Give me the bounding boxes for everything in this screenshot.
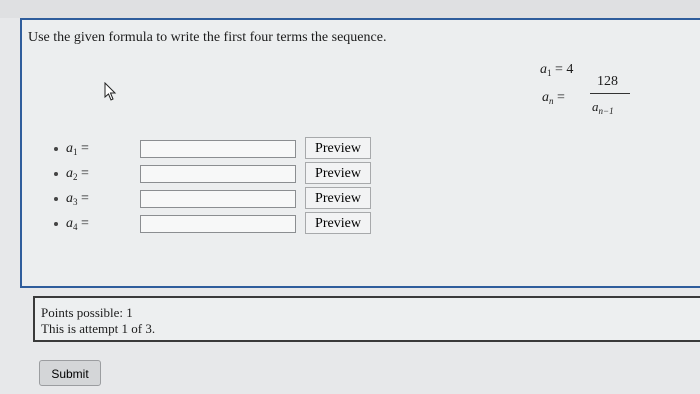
answer-input-a2[interactable] (140, 165, 296, 183)
term-label: a2 = (66, 166, 126, 182)
fraction-bar (590, 93, 630, 94)
formula-equals: = (557, 90, 565, 105)
term-var: a (66, 141, 73, 156)
term-var: a (66, 191, 73, 206)
preview-button[interactable]: Preview (305, 187, 371, 209)
formula-lhs-sub: n (549, 96, 554, 106)
answer-input-a4[interactable] (140, 215, 296, 233)
answer-input-a1[interactable] (140, 140, 296, 158)
term-label: a3 = (66, 191, 126, 207)
formula-a1: a1 = 4 (540, 62, 573, 78)
mouse-cursor-icon (104, 81, 118, 107)
formula-a1-var: a (540, 62, 547, 77)
term-label: a4 = (66, 216, 126, 232)
preview-button[interactable]: Preview (305, 162, 371, 184)
formula-lhs-var: a (542, 90, 549, 105)
question-prompt: Use the given formula to write the first… (28, 30, 387, 45)
term-eq: = (77, 141, 89, 156)
preview-button[interactable]: Preview (305, 212, 371, 234)
formula-denominator: an−1 (592, 99, 614, 116)
bullet (54, 147, 58, 151)
formula-a1-eq: = 4 (555, 62, 574, 77)
points-possible: Points possible: 1 (41, 305, 133, 320)
formula-lhs: an = (542, 90, 565, 106)
attempt-count: This is attempt 1 of 3. (41, 321, 156, 336)
term-eq: = (77, 191, 89, 206)
answer-input-a3[interactable] (140, 190, 296, 208)
status-box: Points possible: 1 This is attempt 1 of … (33, 296, 700, 342)
term-eq: = (77, 166, 89, 181)
question-box: Use the given formula to write the first… (20, 18, 700, 288)
submit-button[interactable]: Submit (39, 360, 101, 386)
term-var: a (66, 166, 73, 181)
formula-denominator-sub: n−1 (598, 106, 614, 116)
top-strip (0, 0, 700, 18)
bullet (54, 172, 58, 176)
formula-numerator: 128 (597, 74, 618, 89)
term-eq: = (77, 216, 89, 231)
bullet (54, 197, 58, 201)
bullet (54, 222, 58, 226)
formula-a1-sub: 1 (547, 68, 552, 78)
preview-button[interactable]: Preview (305, 137, 371, 159)
term-var: a (66, 216, 73, 231)
term-label: a1 = (66, 141, 126, 157)
